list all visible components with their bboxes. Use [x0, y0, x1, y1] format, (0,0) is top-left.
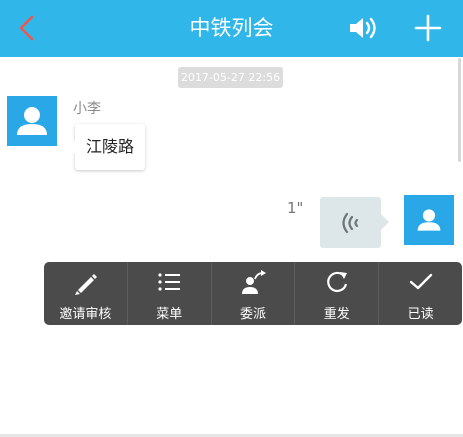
menu-label: 菜单 — [156, 307, 183, 322]
avatar[interactable] — [7, 96, 57, 146]
sender-name: 小李 — [73, 101, 101, 117]
header-bar: 中铁列会 — [0, 0, 463, 57]
message-timestamp: 2017-05-27 22:56 — [178, 67, 283, 88]
delegate-button[interactable]: 委派 — [212, 262, 296, 325]
menu-button[interactable]: 菜单 — [128, 262, 212, 325]
invite-review-label: 邀请审核 — [59, 307, 112, 322]
page-title: 中铁列会 — [189, 16, 274, 40]
voice-message-bubble[interactable] — [320, 197, 389, 248]
pencil-icon — [75, 274, 98, 295]
speaker-button[interactable] — [347, 14, 379, 42]
resend-label: 重发 — [323, 307, 350, 322]
list-icon — [158, 273, 181, 291]
refresh-icon — [326, 271, 347, 293]
resend-button[interactable]: 重发 — [295, 262, 380, 325]
avatar[interactable] — [404, 195, 454, 245]
user-icon — [17, 107, 47, 135]
invite-review-button[interactable]: 邀请审核 — [44, 262, 128, 325]
message-bubble[interactable]: 江陵路 — [68, 124, 145, 170]
voice-wave-icon — [342, 212, 359, 234]
speaker-icon — [350, 17, 376, 39]
message-context-menu: 邀请审核 菜单 委派 重发 已读 — [44, 262, 462, 325]
mark-read-label: 已读 — [407, 307, 434, 322]
plus-icon — [414, 14, 442, 42]
user-icon — [417, 209, 441, 231]
voice-duration: 1" — [287, 199, 304, 217]
check-icon — [409, 273, 432, 290]
add-button[interactable] — [414, 14, 442, 42]
mark-read-button[interactable]: 已读 — [379, 262, 462, 325]
delegate-label: 委派 — [239, 307, 266, 322]
forward-user-icon — [241, 270, 266, 294]
scrollbar[interactable] — [458, 58, 461, 162]
